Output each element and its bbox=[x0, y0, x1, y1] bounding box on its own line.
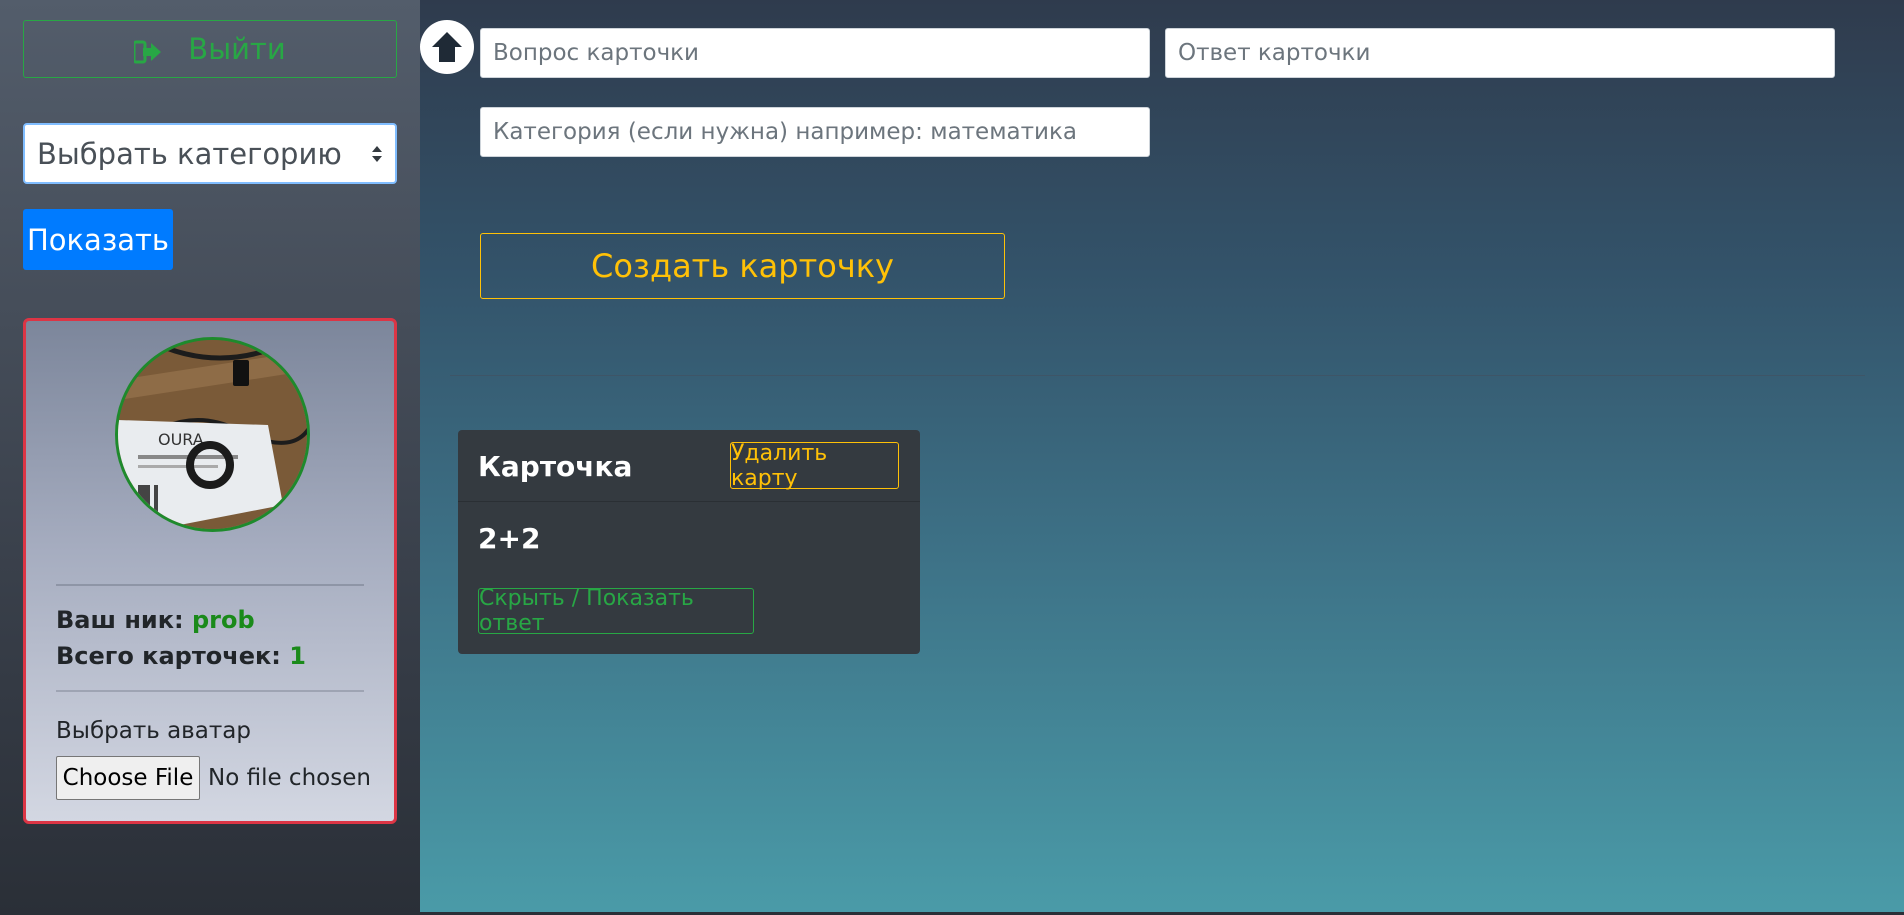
cards-count-stat: Всего карточек: 1 bbox=[56, 642, 306, 670]
avatar-upload-label: Выбрать аватар bbox=[56, 718, 251, 744]
card-question: 2+2 bbox=[478, 522, 541, 555]
answer-input[interactable]: Ответ карточки bbox=[1165, 28, 1835, 78]
toggle-answer-button[interactable]: Скрыть / Показать ответ bbox=[478, 586, 754, 636]
create-card-button[interactable]: Создать карточку bbox=[480, 233, 1005, 299]
file-status: No file chosen bbox=[208, 765, 371, 791]
delete-card-button[interactable]: Удалить карту bbox=[730, 441, 899, 491]
category-select-value: Выбрать категорию bbox=[37, 136, 342, 171]
logout-button[interactable]: Выйти bbox=[23, 20, 397, 78]
card-title: Карточка bbox=[478, 450, 633, 483]
cards-count-label: Всего карточек: bbox=[56, 642, 281, 670]
nick-value: prob bbox=[191, 606, 255, 634]
nick-label: Ваш ник: bbox=[56, 606, 184, 634]
scroll-up-button[interactable] bbox=[420, 20, 474, 74]
divider bbox=[450, 375, 1865, 376]
cards-count-value: 1 bbox=[289, 642, 306, 670]
flashcard: Карточка Удалить карту 2+2 Скрыть / Пока… bbox=[458, 430, 920, 654]
divider bbox=[56, 584, 364, 586]
avatar-file-input: Choose File No file chosen bbox=[56, 756, 371, 800]
nick-stat: Ваш ник: prob bbox=[56, 606, 255, 634]
logout-label: Выйти bbox=[188, 32, 286, 66]
sign-out-icon bbox=[132, 37, 162, 64]
arrow-up-icon bbox=[428, 28, 466, 66]
divider bbox=[56, 690, 364, 692]
select-arrows-icon bbox=[371, 143, 383, 165]
category-input[interactable]: Категория (если нужна) например: математ… bbox=[480, 107, 1150, 157]
card-header: Карточка Удалить карту bbox=[458, 430, 920, 502]
avatar: OURA bbox=[115, 337, 310, 532]
sidebar: Выйти Выбрать категорию Показать OURA Ва… bbox=[0, 0, 420, 915]
question-input[interactable]: Вопрос карточки bbox=[480, 28, 1150, 78]
choose-file-button[interactable]: Choose File bbox=[56, 756, 200, 800]
show-button[interactable]: Показать bbox=[23, 209, 173, 270]
profile-card: OURA Ваш ник: prob Всего карточек: 1 Выб… bbox=[23, 318, 397, 824]
category-select[interactable]: Выбрать категорию bbox=[23, 123, 397, 184]
